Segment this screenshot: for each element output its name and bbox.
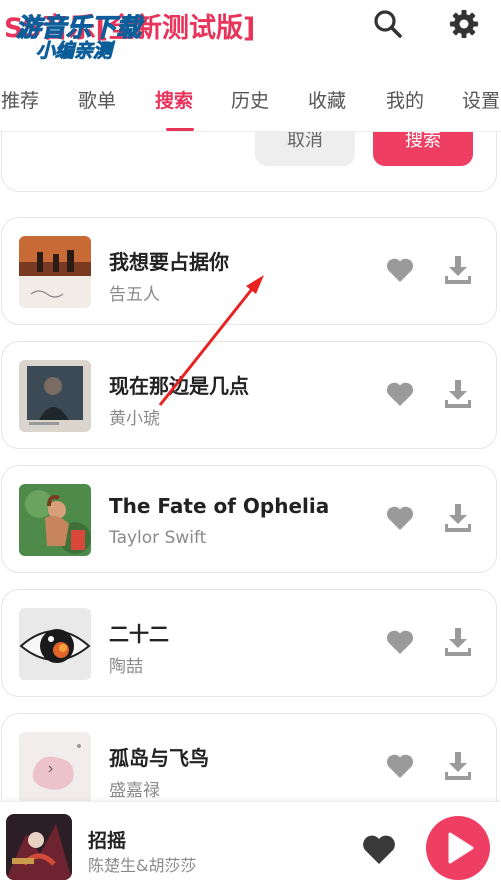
- tab-playlists[interactable]: 歌单: [78, 86, 116, 113]
- song-title: 二十二: [109, 622, 169, 646]
- song-title: 我想要占据你: [109, 250, 229, 274]
- favorite-heart-icon[interactable]: [385, 628, 415, 656]
- album-cover: [19, 608, 91, 680]
- tab-recommend[interactable]: 推荐: [1, 86, 39, 113]
- download-icon[interactable]: [443, 378, 473, 410]
- song-artist: 告五人: [109, 285, 160, 305]
- active-tab-indicator: [166, 128, 194, 131]
- download-icon[interactable]: [443, 626, 473, 658]
- favorite-heart-icon[interactable]: [385, 504, 415, 532]
- album-cover: [19, 732, 91, 804]
- song-list-item[interactable]: 二十二 陶喆: [1, 589, 497, 697]
- tab-mine[interactable]: 我的: [386, 86, 424, 113]
- now-playing-title: 招摇: [88, 830, 127, 852]
- play-icon: [448, 832, 474, 864]
- song-artist: 盛嘉禄: [109, 781, 160, 801]
- gear-icon[interactable]: [448, 8, 480, 40]
- album-cover: [19, 236, 91, 308]
- favorite-heart-icon[interactable]: [385, 256, 415, 284]
- tab-bar: 推荐 歌单 搜索 历史 收藏 我的 设置: [0, 76, 501, 132]
- search-icon[interactable]: [372, 8, 404, 40]
- song-artist: 黄小琥: [109, 409, 160, 429]
- tab-search[interactable]: 搜索: [155, 86, 193, 113]
- download-icon[interactable]: [443, 502, 473, 534]
- download-icon[interactable]: [443, 750, 473, 782]
- song-artist: Taylor Swift: [109, 528, 207, 548]
- play-button[interactable]: [426, 816, 490, 880]
- album-cover: [19, 360, 91, 432]
- song-list-item[interactable]: 我想要占据你 告五人: [1, 217, 497, 325]
- tab-favorites[interactable]: 收藏: [308, 86, 346, 113]
- tab-settings[interactable]: 设置: [462, 86, 500, 113]
- song-artist: 陶喆: [109, 657, 143, 677]
- app-header: SS音乐[全新测试版] 游音乐下载 小编亲测: [0, 0, 501, 66]
- favorite-heart-icon[interactable]: [385, 752, 415, 780]
- song-list-item[interactable]: 现在那边是几点 黄小琥: [1, 341, 497, 449]
- tab-history[interactable]: 历史: [231, 86, 269, 113]
- favorite-heart-icon[interactable]: [385, 380, 415, 408]
- favorite-heart-icon[interactable]: [361, 832, 397, 866]
- now-playing-cover: [6, 814, 72, 880]
- song-title: 孤岛与飞鸟: [109, 746, 209, 770]
- download-icon[interactable]: [443, 254, 473, 286]
- now-playing-artist: 陈楚生&胡莎莎: [88, 856, 197, 875]
- album-cover: [19, 484, 91, 556]
- song-title: 现在那边是几点: [109, 374, 249, 398]
- now-playing-bar[interactable]: 招摇 陈楚生&胡莎莎: [0, 801, 501, 883]
- watermark-text-bottom: 小编亲测: [36, 40, 113, 63]
- song-title: The Fate of Ophelia: [109, 494, 330, 518]
- song-list-item[interactable]: The Fate of Ophelia Taylor Swift: [1, 465, 497, 573]
